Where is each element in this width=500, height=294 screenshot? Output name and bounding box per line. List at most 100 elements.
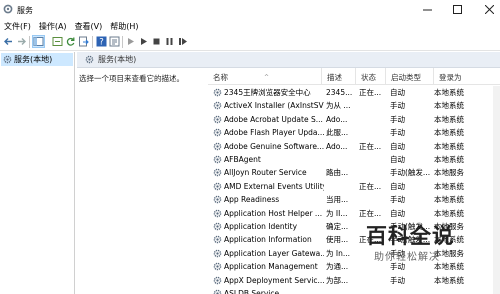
service-description: 使用... [326, 235, 349, 245]
service-status: 正在... [359, 181, 382, 191]
service-description: 为 In... [326, 248, 351, 258]
title-bar: 服务 [0, 0, 500, 20]
gear-icon [213, 195, 222, 204]
console-tree-icon[interactable] [32, 35, 45, 48]
table-row[interactable]: ActiveX Installer (AxInstSV) 为从 ... 手动 本地系统 [208, 99, 500, 112]
service-startup-type: 自动 [390, 155, 405, 164]
watermark: 百科全说 助你轻松解决 [366, 220, 496, 272]
service-name: 2345王牌浏览器安全中心 [224, 88, 311, 97]
close-icon [484, 4, 494, 14]
tree-item-services-local[interactable]: 服务(本地) [1, 53, 73, 66]
table-row[interactable]: Adobe Genuine Software... Ado... 正在... 自动 本地… [208, 140, 500, 153]
menu-file[interactable]: 文件(F) [0, 20, 35, 33]
show-hide-icon[interactable] [52, 36, 63, 47]
play-selected-icon[interactable] [138, 36, 149, 47]
service-name: AppX Deployment Servic... [224, 275, 324, 285]
column-header-status[interactable]: 状态 [356, 68, 386, 85]
service-startup-type [390, 287, 434, 294]
service-status [359, 193, 385, 206]
gear-icon [213, 209, 222, 217]
column-header-name[interactable]: 名称 ^ [208, 68, 322, 85]
service-name: App Readiness [224, 195, 280, 205]
service-logon-as [434, 287, 494, 294]
minimize-button[interactable] [416, 2, 438, 16]
toolbar-separator [92, 36, 93, 48]
forward-arrow-icon[interactable] [16, 36, 27, 47]
menu-help[interactable]: 帮助(H) [106, 20, 142, 33]
service-description: 为部... [326, 275, 349, 285]
pause-icon[interactable] [164, 36, 175, 47]
service-status [359, 126, 385, 139]
service-status [359, 99, 385, 112]
menu-action[interactable]: 操作(A) [35, 20, 71, 33]
gear-icon [213, 289, 222, 294]
service-description: Ado... [326, 114, 348, 124]
table-row[interactable]: 2345王牌浏览器安全中心 2345... 正在... 自动 本地系统 [208, 86, 500, 99]
service-startup-type: 手动 [390, 195, 405, 205]
service-startup-type: 手动 [390, 114, 405, 124]
table-row[interactable]: ASLDB Service [208, 287, 500, 294]
service-description: 为 II... [326, 208, 348, 218]
service-logon-as: 本地系统 [434, 128, 464, 138]
table-row[interactable]: Adobe Acrobat Update S... Ado... 手动 本地系统 [208, 113, 500, 126]
gear-icon [213, 236, 222, 244]
stop-icon[interactable] [151, 36, 162, 47]
table-row[interactable]: Adobe Flash Player Upda... 此服... 手动 本地系统 [208, 126, 500, 139]
column-header-logon-as[interactable]: 登录为 [434, 68, 500, 85]
service-startup-type: 自动 [390, 88, 405, 97]
table-row[interactable]: AppX Deployment Servic... 为部... 手动 本地系统 [208, 274, 500, 287]
service-name: AFBAgent [224, 155, 261, 164]
column-header-description[interactable]: 描述 [322, 68, 356, 85]
service-description: 2345... [326, 88, 353, 97]
services-app-icon [3, 4, 13, 14]
service-description [326, 287, 356, 294]
service-startup-type: 手动 [390, 101, 405, 111]
help-icon[interactable]: ? [96, 36, 107, 47]
service-logon-as: 本地系统 [434, 208, 464, 218]
panel-title: 服务(本地) [98, 55, 137, 64]
restart-icon[interactable] [177, 36, 188, 47]
export-icon[interactable] [78, 36, 89, 47]
service-name: Application Host Helper ... [224, 208, 323, 218]
gear-icon [213, 142, 222, 150]
play-icon[interactable] [125, 36, 136, 47]
service-name: Adobe Flash Player Upda... [224, 128, 324, 138]
service-name: ActiveX Installer (AxInstSV) [224, 101, 324, 111]
service-name: Application Management [224, 262, 318, 272]
gear-icon [213, 169, 222, 177]
service-status: 正在... [359, 141, 382, 151]
table-row[interactable]: App Readiness 当用... 手动 本地系统 [208, 193, 500, 206]
table-row[interactable]: AMD External Events Utility 正在... 自动 本地系统 [208, 180, 500, 193]
panel-header: 服务(本地) [77, 52, 500, 68]
gear-icon [213, 102, 222, 110]
table-row[interactable]: AFBAgent 自动 本地系统 [208, 153, 500, 166]
maximize-button[interactable] [446, 2, 468, 16]
column-header-startup-type[interactable]: 启动类型 [386, 68, 434, 85]
menu-view[interactable]: 查看(V) [71, 20, 107, 33]
service-startup-type: 手动 [390, 128, 405, 138]
service-name: Application Identity [224, 222, 298, 231]
refresh-icon[interactable] [65, 36, 76, 47]
service-name: ASLDB Service [224, 289, 280, 294]
gear-icon [213, 262, 222, 271]
table-row[interactable]: Application Host Helper ... 为 II... 正在... 自… [208, 207, 500, 220]
service-startup-type: 自动 [390, 208, 405, 218]
gear-icon [3, 55, 12, 64]
tree-item-label: 服务(本地) [14, 55, 53, 64]
service-status [359, 166, 385, 179]
back-arrow-icon[interactable] [3, 36, 14, 47]
gear-icon [213, 222, 222, 231]
minimize-icon [422, 9, 432, 10]
service-name: Application Layer Gatewa... [224, 248, 324, 258]
toolbar-separator [29, 36, 30, 48]
service-name: AMD External Events Utility [224, 181, 324, 191]
service-status: 正在... [359, 88, 382, 97]
close-button[interactable] [478, 2, 500, 16]
service-logon-as: 本地系统 [434, 155, 464, 164]
service-logon-as: 本地服务 [434, 168, 464, 178]
gear-icon [213, 249, 222, 258]
table-row[interactable]: AllJoyn Router Service 路由... 手动(触发... 本地服务 [208, 166, 500, 179]
properties-icon[interactable] [109, 36, 120, 47]
toolbar: ? [0, 33, 500, 51]
service-description [326, 153, 356, 166]
